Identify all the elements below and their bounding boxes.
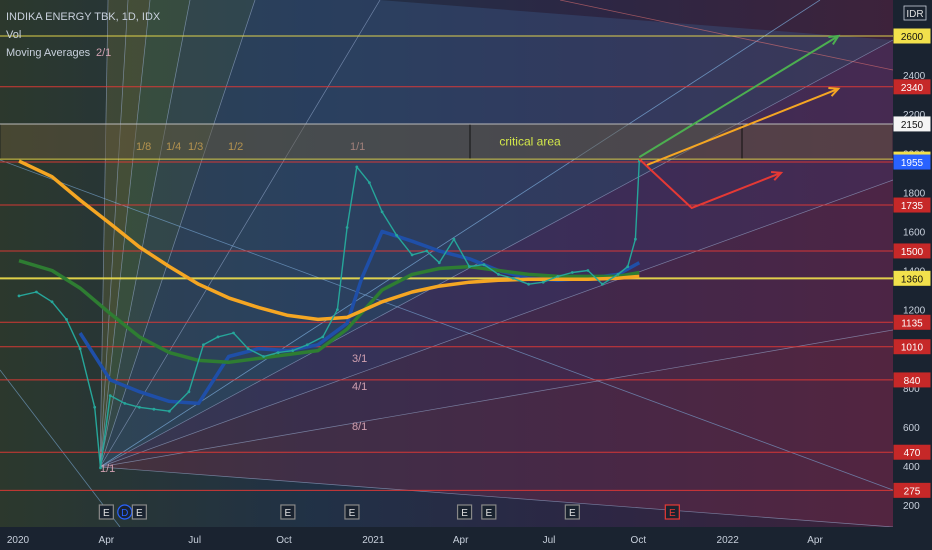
price-point [468, 265, 471, 268]
price-point [152, 407, 156, 411]
gann-label-6: 3/1 [352, 353, 367, 365]
gann-label-7: 4/1 [352, 381, 367, 393]
price-point [626, 265, 630, 268]
event-marker-label-6: E [486, 508, 493, 519]
price-chart[interactable]: 2/11/8 1/4 1/3 1/2 1/13/14/18/11/1critical a… [0, 0, 932, 550]
event-marker-label-7: E [569, 508, 576, 519]
event-marker-label-5: E [461, 508, 468, 519]
time-tick-2022: 2022 [717, 535, 740, 546]
price-tick-1600: 1600 [903, 227, 926, 238]
price-tick-600: 600 [903, 423, 920, 434]
time-axis-background [0, 527, 893, 550]
price-point [601, 282, 604, 286]
time-tick-2021: 2021 [362, 535, 385, 546]
price-point [93, 405, 97, 409]
price-point [123, 402, 127, 405]
price-point [482, 263, 486, 266]
price-point [634, 237, 637, 241]
event-marker-label-4: E [349, 508, 356, 519]
event-marker-label-2: E [136, 508, 143, 519]
price-point [321, 335, 325, 339]
gann-label-9: 1/1 [100, 463, 115, 475]
price-point [17, 294, 21, 298]
price-point [556, 275, 560, 278]
price-point [246, 347, 250, 351]
critical-area-label: critical area [499, 135, 561, 149]
price-point [138, 405, 141, 409]
level-badge-label-1010: 1010 [901, 343, 924, 354]
currency-label: IDR [906, 9, 923, 20]
price-point [527, 282, 530, 286]
event-marker-label-3: E [285, 508, 292, 519]
price-point [216, 335, 220, 339]
price-point [202, 343, 205, 347]
level-badge-label-2600: 2600 [901, 32, 924, 43]
time-tick-Apr: Apr [807, 535, 823, 546]
price-point [368, 181, 371, 185]
time-tick-Apr: Apr [453, 535, 469, 546]
price-point [108, 394, 112, 397]
level-badge-label-2150: 2150 [901, 120, 924, 131]
price-point [511, 276, 515, 280]
price-point [355, 165, 359, 169]
price-point [78, 347, 82, 351]
time-tick-Oct: Oct [631, 535, 647, 546]
price-point [586, 269, 590, 272]
price-point [65, 318, 68, 321]
level-badge-label-840: 840 [904, 376, 921, 387]
time-tick-Apr: Apr [99, 535, 115, 546]
price-point [305, 343, 309, 347]
level-badge-label-275: 275 [904, 486, 921, 497]
price-point [345, 226, 349, 229]
time-tick-Oct: Oct [276, 535, 292, 546]
price-point [99, 466, 102, 470]
price-point [570, 271, 574, 274]
price-point [291, 349, 295, 352]
volume-indicator-label[interactable]: Vol [6, 26, 160, 44]
price-point [425, 249, 429, 253]
symbol-title[interactable]: INDIKA ENERGY TBK, 1D, IDX [6, 8, 160, 26]
chart-screen: 2/1 1/8 1/4 1/3 1/2 1/1 3/1 4/1 8/1 1/1 critical a… [0, 0, 932, 550]
moving-averages-label[interactable]: Moving Averages [6, 44, 160, 62]
price-point [50, 300, 54, 304]
level-badge-label-1360: 1360 [901, 274, 924, 285]
price-point [380, 210, 384, 214]
price-tick-400: 400 [903, 462, 920, 473]
level-badge-label-1955: 1955 [901, 158, 924, 169]
price-point [437, 261, 441, 265]
chart-legend: INDIKA ENERGY TBK, 1D, IDX Vol Moving Av… [6, 8, 160, 62]
time-tick-2020: 2020 [7, 535, 30, 546]
price-point [497, 273, 500, 276]
level-badge-label-1500: 1500 [901, 247, 924, 258]
price-point [187, 390, 191, 394]
price-point [232, 331, 235, 335]
critical-area-zone [0, 123, 894, 160]
price-point [410, 253, 414, 257]
gann-label-8: 8/1 [352, 421, 367, 433]
level-badge-label-1735: 1735 [901, 201, 924, 212]
price-point [168, 409, 171, 413]
price-point [262, 355, 265, 358]
time-tick-Jul: Jul [543, 535, 556, 546]
price-point [336, 308, 339, 311]
level-badge-label-470: 470 [904, 448, 921, 459]
price-point [541, 280, 545, 284]
price-point [276, 351, 280, 354]
time-tick-Jul: Jul [188, 535, 201, 546]
level-badge-label-2340: 2340 [901, 83, 924, 94]
event-marker-label-8: E [669, 508, 676, 519]
price-point [452, 237, 456, 241]
price-point [616, 273, 620, 276]
level-badge-label-1135: 1135 [901, 318, 923, 329]
price-tick-200: 200 [903, 501, 920, 512]
price-point [395, 233, 398, 237]
price-point [35, 290, 38, 294]
event-marker-label-0: E [103, 508, 110, 519]
event-marker-label-1: D [121, 508, 128, 519]
